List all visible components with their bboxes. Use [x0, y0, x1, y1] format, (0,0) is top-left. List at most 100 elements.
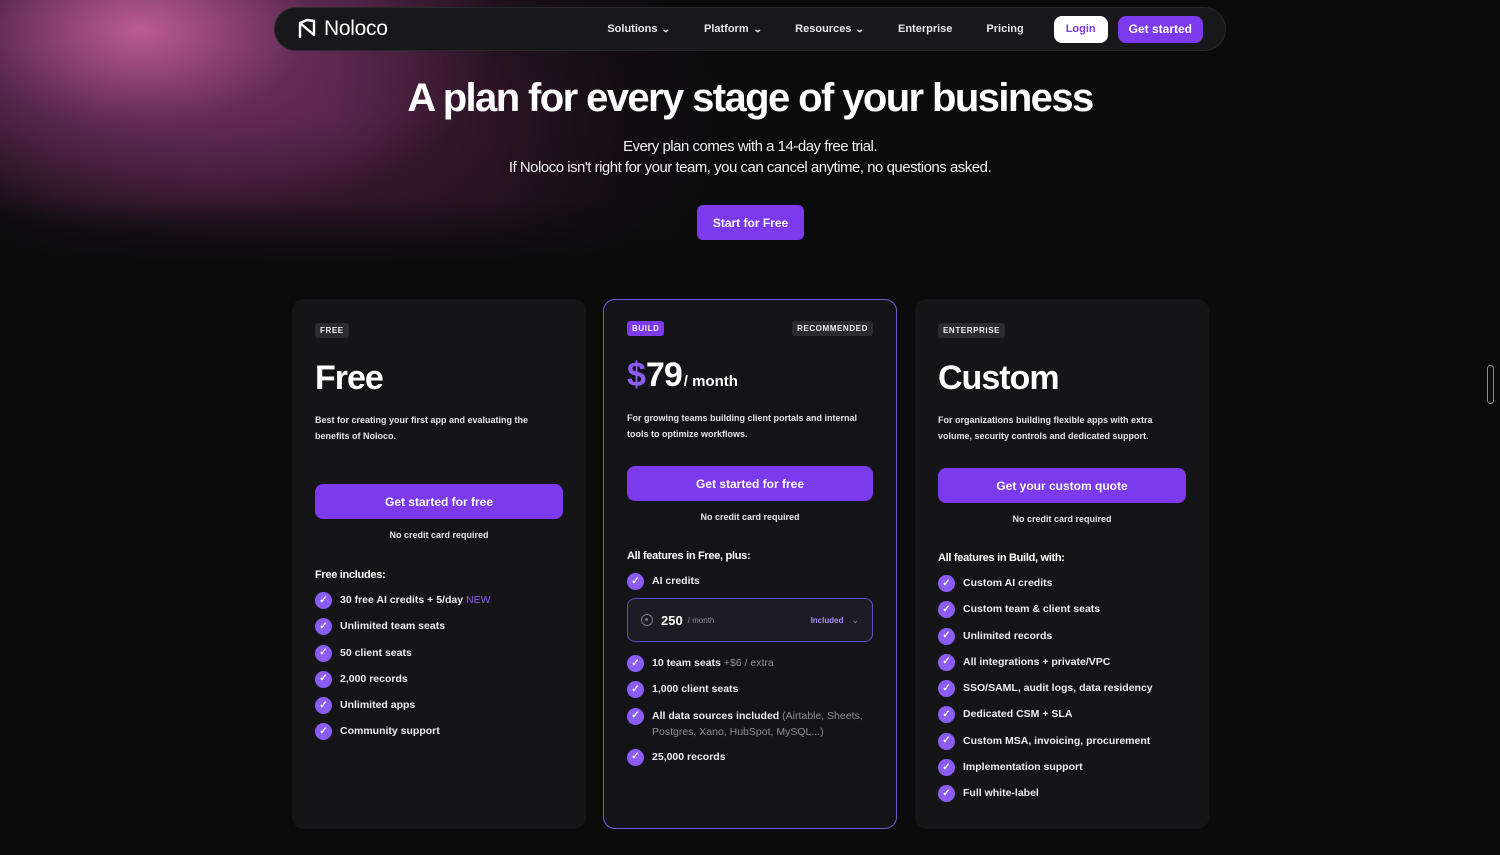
check-icon: ✓: [627, 681, 644, 699]
plan-badge: FREE: [315, 323, 349, 338]
feature-text: Community support: [340, 725, 440, 738]
feature-text: Custom team & client seats: [963, 603, 1101, 616]
price: $ 79 / month: [627, 356, 873, 396]
check-icon: ✓: [938, 627, 955, 645]
check-icon: ✓: [315, 697, 332, 715]
feature-text: Implementation support: [963, 761, 1083, 774]
coin-icon: [641, 614, 653, 626]
nav-resources[interactable]: Resources ⌄: [795, 23, 866, 35]
check-icon: ✓: [627, 655, 644, 672]
plan-name: Custom: [938, 359, 1060, 397]
credits-status: Included: [810, 615, 844, 625]
feature-text: 1,000 client seats: [652, 683, 739, 696]
scrollbar[interactable]: [1487, 365, 1494, 404]
noloco-logo-icon: [298, 18, 316, 39]
feature-text: 50 client seats: [340, 646, 412, 659]
hero-subtitle-1: Every plan comes with a 14-day free tria…: [622, 138, 878, 155]
check-icon: ✓: [938, 601, 955, 619]
feature-text: Unlimited records: [963, 629, 1053, 642]
feature-text: Unlimited apps: [340, 699, 416, 712]
check-icon: ✓: [627, 573, 644, 590]
start-for-free-button[interactable]: Start for Free: [697, 205, 804, 240]
list-item: ✓ 50 client seats: [315, 644, 563, 662]
check-icon: ✓: [938, 653, 955, 671]
login-button[interactable]: Login: [1053, 15, 1108, 43]
credits-period: / month: [687, 615, 715, 625]
no-credit-card-note: No credit card required: [700, 512, 800, 522]
feature-list: ✓ 10 team seats +$6 / extra ✓ 1,000 client…: [627, 655, 873, 766]
plan-badge: ENTERPRISE: [938, 323, 1006, 338]
recommended-badge: RECOMMENDED: [791, 321, 873, 336]
get-started-button[interactable]: Get started: [1117, 15, 1203, 43]
hero-subtitle-2: If Noloco isn't right for your team, you…: [508, 159, 992, 176]
no-credit-card-note: No credit card required: [389, 530, 489, 540]
feature-text: 2,000 records: [340, 672, 408, 685]
check-icon: ✓: [938, 706, 955, 724]
features-heading: All features in Build, with:: [938, 552, 1065, 564]
check-icon: ✓: [315, 644, 332, 662]
get-started-free-button[interactable]: Get started for free: [315, 484, 563, 519]
get-custom-quote-button[interactable]: Get your custom quote: [938, 468, 1186, 503]
list-item: ✓ Custom AI credits: [938, 575, 1186, 592]
price-amount: 79: [645, 356, 683, 394]
noloco-logo[interactable]: Noloco: [297, 17, 388, 41]
plan-description: For organizations building flexible apps…: [938, 415, 1153, 441]
nav-platform[interactable]: Platform ⌄: [704, 23, 763, 35]
list-item: ✓ SSO/SAML, audit logs, data residency: [938, 680, 1186, 698]
nav-solutions-label: Solutions: [607, 23, 658, 35]
chevron-down-icon: ⌄: [752, 23, 763, 34]
nav-solutions[interactable]: Solutions ⌄: [607, 23, 671, 35]
check-icon: ✓: [938, 732, 955, 750]
nav-links: Solutions ⌄ Platform ⌄ Resources ⌄ Enterpri…: [607, 23, 1049, 35]
feature-text: AI credits: [652, 575, 700, 587]
badge-row: BUILD RECOMMENDED: [627, 321, 873, 336]
feature-text: Custom AI credits: [963, 577, 1053, 589]
check-icon: ✓: [315, 670, 332, 688]
plan-card-enterprise: ENTERPRISE Custom For organizations buil…: [915, 299, 1209, 829]
check-icon: ✓: [938, 785, 955, 803]
no-credit-card-note: No credit card required: [1012, 514, 1112, 524]
feature-text: 30 free AI credits + 5/day: [340, 594, 464, 606]
check-icon: ✓: [938, 680, 955, 698]
chevron-down-icon: ⌄: [851, 614, 859, 625]
features-heading: All features in Free, plus:: [627, 550, 751, 562]
check-icon: ✓: [627, 707, 644, 725]
list-item: ✓ Full white-label: [938, 785, 1186, 803]
nav-enterprise[interactable]: Enterprise: [898, 23, 952, 35]
check-icon: ✓: [315, 723, 332, 741]
feature-text: Custom MSA, invoicing, procurement: [963, 734, 1151, 747]
feature-extra: +$6 / extra: [723, 657, 774, 669]
plan-name: Free: [315, 359, 384, 397]
list-item: ✓ Custom MSA, invoicing, procurement: [938, 732, 1186, 750]
list-item: ✓ All integrations + private/VPC: [938, 653, 1186, 671]
list-item: ✓ Community support: [315, 723, 563, 741]
feature-text: 10 team seats: [652, 657, 721, 669]
list-item: ✓ Dedicated CSM + SLA: [938, 706, 1186, 724]
get-started-free-button[interactable]: Get started for free: [627, 466, 873, 501]
price-currency: $: [627, 356, 646, 394]
list-item: ✓ Unlimited team seats: [315, 618, 563, 636]
feature-text: Dedicated CSM + SLA: [963, 708, 1073, 721]
list-item: ✓ Custom team & client seats: [938, 601, 1186, 619]
nav-pricing-label: Pricing: [986, 23, 1024, 35]
top-nav: Noloco Solutions ⌄ Platform ⌄ Resources ⌄ E…: [274, 7, 1226, 51]
feature-text: All integrations + private/VPC: [963, 655, 1111, 668]
check-icon: ✓: [315, 618, 332, 636]
page-title: A plan for every stage of your business: [407, 76, 1094, 120]
ai-credits-select[interactable]: 250 / month Included ⌄: [627, 598, 873, 642]
check-icon: ✓: [627, 748, 644, 766]
list-item: ✓ 10 team seats +$6 / extra: [627, 655, 873, 672]
feature-text: Full white-label: [963, 787, 1039, 800]
plan-description: Best for creating your first app and eva…: [315, 415, 529, 441]
logo-text: Noloco: [324, 17, 388, 40]
plan-badge: BUILD: [627, 321, 665, 336]
chevron-down-icon: ⌄: [855, 23, 866, 34]
credits-value: 250: [661, 612, 683, 628]
features-heading: Free includes:: [315, 569, 386, 581]
plan-card-free: FREE Free Best for creating your first a…: [292, 299, 586, 829]
check-icon: ✓: [938, 759, 955, 777]
feature-list: ✓ Custom AI credits ✓ Custom team & client…: [938, 575, 1186, 803]
nav-pricing[interactable]: Pricing: [986, 23, 1023, 35]
nav-resources-label: Resources: [795, 23, 852, 35]
price-period: / month: [683, 373, 738, 390]
